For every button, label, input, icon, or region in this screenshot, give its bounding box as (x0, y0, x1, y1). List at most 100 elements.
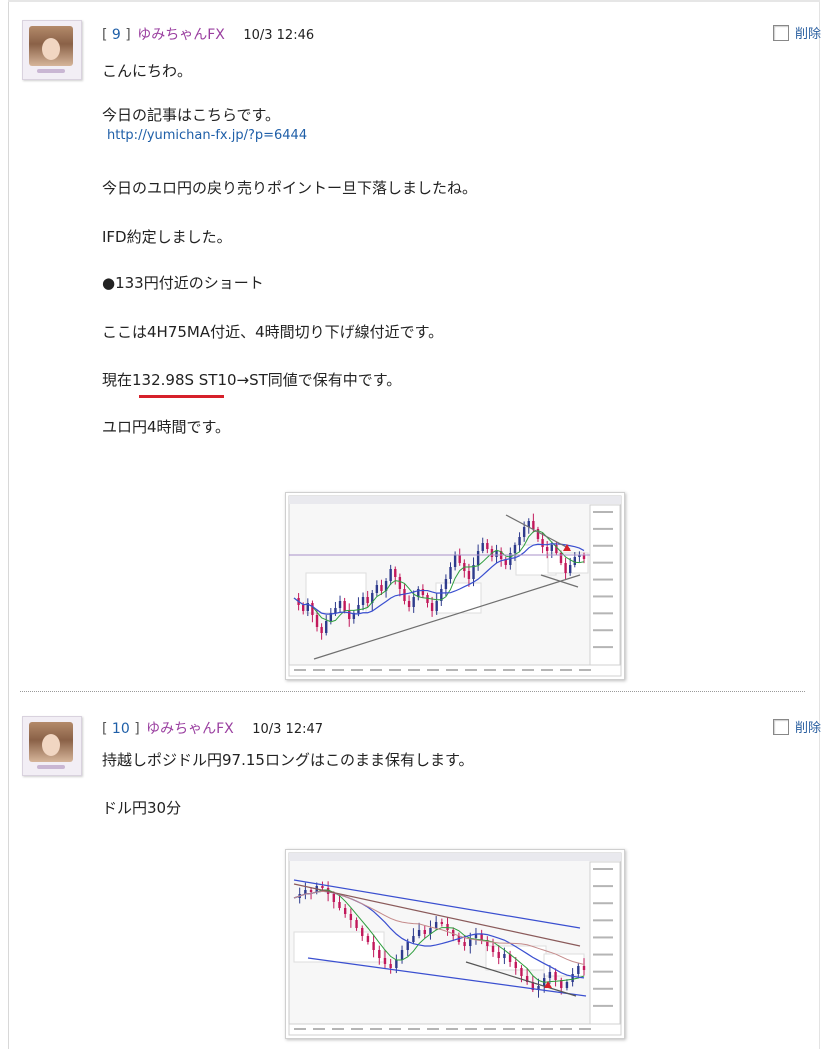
comment-author[interactable]: ゆみちゃんFX (146, 721, 234, 737)
comment-text-line: ドル円30分 (102, 799, 182, 817)
candle-body (383, 958, 387, 964)
time-scale-label (560, 669, 572, 671)
candle-body (334, 608, 337, 613)
bracket-open: [ (102, 27, 112, 43)
time-scale-label (465, 669, 477, 671)
comment-text-line: 持越しポジドル円97.15ロングはこのまま保有します。 (102, 751, 474, 769)
candle-body (315, 615, 319, 627)
delete-control[interactable]: 削除 (772, 717, 821, 736)
range-box (305, 572, 367, 614)
candle-body (321, 886, 324, 888)
candle-body (568, 565, 572, 573)
time-scale-label (579, 1028, 591, 1030)
candle-body (389, 964, 392, 968)
candle-body (476, 551, 480, 565)
delete-control[interactable]: 削除 (772, 23, 821, 42)
price-scale-label (593, 868, 613, 870)
comment-text-line: IFD約定しました。 (102, 228, 232, 246)
comment-author[interactable]: ゆみちゃんFX (137, 27, 225, 43)
candle-body (417, 930, 421, 936)
avatar-photo (29, 26, 73, 66)
candle-body (361, 928, 364, 936)
delete-checkbox[interactable] (772, 24, 789, 41)
eurjpy-chart-image (288, 495, 622, 677)
avatar[interactable] (22, 20, 82, 80)
chart-title-bar (289, 853, 621, 861)
price-scale-label (593, 595, 613, 598)
range-box (547, 552, 589, 574)
candle-body (435, 601, 438, 611)
top-rule (8, 0, 820, 2)
candle-body (513, 545, 517, 553)
candle-body (495, 551, 498, 557)
comment-number[interactable]: 10 (112, 721, 130, 737)
candle-body (355, 920, 358, 928)
comment-text-line: 今日のユロ円の戻り売りポイントー旦下落しましたね。 (102, 179, 478, 197)
chart-title-bar (289, 496, 621, 504)
usdjpy-chart-image (288, 852, 622, 1036)
candle-body (541, 539, 544, 547)
comment-number[interactable]: 9 (112, 27, 121, 43)
candle-body (577, 966, 580, 974)
candle-body (423, 930, 426, 934)
delete-label[interactable]: 削除 (795, 717, 821, 736)
time-scale-label (351, 1028, 363, 1030)
bracket-open: [ (102, 721, 112, 737)
price-scale-label (593, 1004, 613, 1007)
bracket-close: ] (129, 721, 140, 737)
candle-body (573, 557, 576, 565)
candle-body (458, 555, 461, 563)
chart-thumbnail-eurjpy[interactable] (285, 492, 625, 680)
candle-body (378, 950, 381, 958)
price-scale-label (593, 646, 613, 649)
candle-body (311, 603, 314, 615)
range-box (293, 931, 385, 963)
candle-body (325, 621, 328, 633)
time-scale-label (465, 1028, 477, 1030)
time-scale-label (427, 669, 439, 671)
candle-body (565, 982, 569, 988)
candle-body (453, 555, 457, 567)
delete-checkbox[interactable] (772, 718, 789, 735)
price-scale-label (593, 885, 613, 888)
candle-body (430, 603, 434, 611)
comment-time: 10/3 12:46 (243, 28, 315, 43)
comment-header: [ 9 ] ゆみちゃんFX 10/3 12:46 (102, 24, 314, 44)
chart-thumbnail-usdjpy[interactable] (285, 849, 625, 1039)
candle-body (550, 545, 553, 551)
candle-body (463, 942, 466, 946)
candle-body (343, 601, 346, 611)
candle-body (338, 601, 342, 608)
candle-body (582, 966, 586, 970)
candle-body (320, 627, 323, 633)
candle-body (582, 555, 586, 559)
candle-body (343, 908, 347, 914)
time-scale-label (484, 1028, 496, 1030)
candle-body (548, 972, 552, 978)
candle-body (394, 569, 397, 577)
time-scale-label (389, 669, 401, 671)
candle-body (564, 563, 567, 573)
comment-separator (20, 691, 805, 692)
delete-label[interactable]: 削除 (795, 23, 821, 42)
avatar-nameplate (37, 765, 65, 769)
candle-body (571, 974, 574, 982)
bracket-close: ] (120, 27, 131, 43)
candle-body (309, 890, 313, 892)
candle-body (395, 960, 398, 968)
comment-time: 10/3 12:47 (252, 722, 324, 737)
candle-body (449, 567, 452, 579)
candle-body (407, 601, 411, 607)
time-scale-label (503, 669, 515, 671)
candle-body (426, 595, 429, 603)
candle-body (480, 934, 483, 940)
comment-text-line: ●133円付近のショート (102, 274, 264, 292)
avatar[interactable] (22, 716, 82, 776)
time-scale-label (541, 1028, 553, 1030)
time-scale-label (313, 669, 325, 671)
comment-text-line: こんにちわ。 (102, 62, 193, 80)
article-link[interactable]: http://yumichan-fx.jp/?p=6444 (107, 128, 307, 143)
candle-body (366, 597, 369, 603)
candle-body (503, 954, 506, 958)
price-scale-label (593, 970, 613, 973)
